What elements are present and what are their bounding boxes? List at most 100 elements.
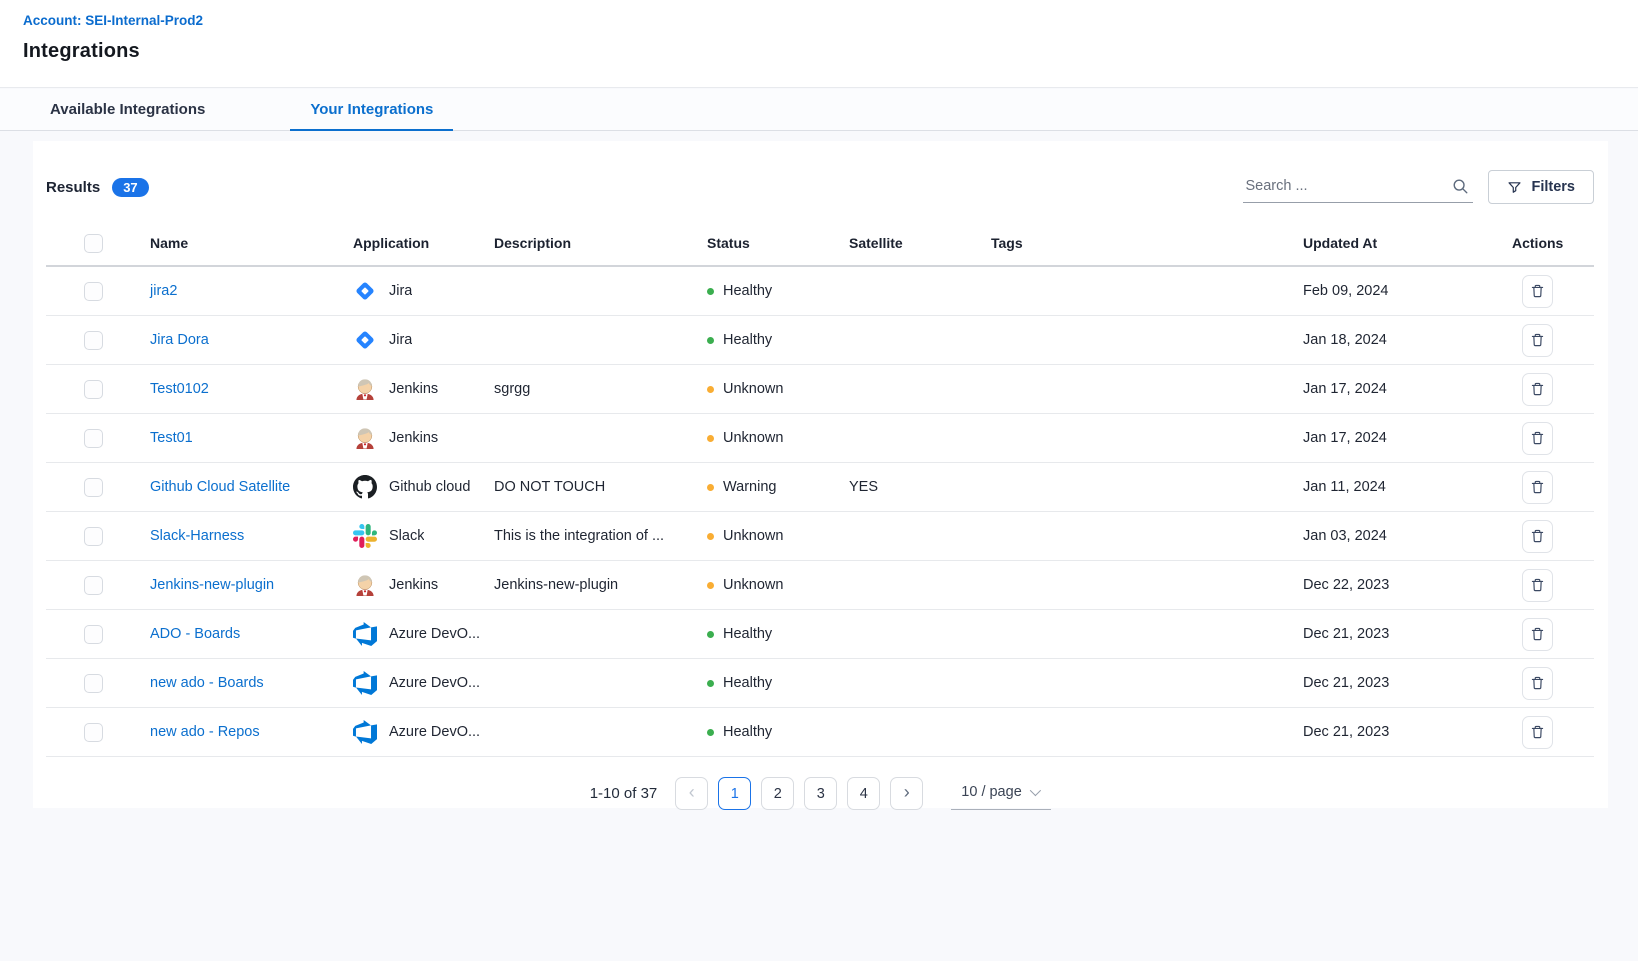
tab-bar: Available Integrations Your Integrations [0,89,1638,131]
application-label: Jira [389,283,412,299]
status-label: Unknown [723,430,783,446]
page-button-1[interactable]: 1 [718,777,751,810]
delete-button[interactable] [1522,373,1553,406]
integrations-panel: Results 37 Filters Name Application Desc… [33,141,1608,808]
integration-name-link[interactable]: new ado - Boards [150,675,264,691]
delete-button[interactable] [1522,520,1553,553]
select-all-checkbox[interactable] [84,234,103,253]
column-header-tags: Tags [991,235,1303,251]
page-button-2[interactable]: 2 [761,777,794,810]
table-header-row: Name Application Description Status Sate… [46,221,1594,267]
tab-available-integrations[interactable]: Available Integrations [30,89,225,130]
integration-name-link[interactable]: Test01 [150,430,193,446]
updated-at-value: Dec 22, 2023 [1303,577,1512,593]
jira-icon [353,328,377,352]
column-header-application: Application [353,235,494,251]
search-icon[interactable] [1452,178,1469,195]
status-label: Healthy [723,283,772,299]
description-text: DO NOT TOUCH [494,479,707,495]
row-checkbox[interactable] [84,331,103,350]
updated-at-value: Jan 17, 2024 [1303,381,1512,397]
row-checkbox[interactable] [84,282,103,301]
azure-devops-icon [353,720,377,744]
row-checkbox[interactable] [84,576,103,595]
status-dot [707,337,714,344]
integration-name-link[interactable]: Github Cloud Satellite [150,479,290,495]
status-dot [707,631,714,638]
application-label: Azure DevO... [389,626,480,642]
filters-button[interactable]: Filters [1488,170,1594,204]
integration-name-link[interactable]: new ado - Repos [150,724,260,740]
jenkins-icon [353,377,377,401]
prev-page-button[interactable]: ‹ [675,777,708,810]
satellite-value: YES [849,479,991,495]
integration-name-link[interactable]: Test0102 [150,381,209,397]
tab-your-integrations[interactable]: Your Integrations [290,89,453,130]
status-dot [707,582,714,589]
status-label: Unknown [723,577,783,593]
integration-name-link[interactable]: ADO - Boards [150,626,240,642]
page-button-3[interactable]: 3 [804,777,837,810]
status-label: Healthy [723,724,772,740]
status-label: Warning [723,479,776,495]
jenkins-icon [353,573,377,597]
row-checkbox[interactable] [84,674,103,693]
delete-button[interactable] [1522,324,1553,357]
results-label: Results [46,179,100,196]
row-checkbox[interactable] [84,429,103,448]
results-count-badge: 37 [112,178,148,197]
updated-at-value: Feb 09, 2024 [1303,283,1512,299]
status-label: Healthy [723,626,772,642]
trash-icon [1530,724,1545,740]
application-label: Slack [389,528,424,544]
table-row: Slack-Harness Slack This is the integrat… [46,512,1594,561]
toolbar: Results 37 Filters [33,141,1608,207]
delete-button[interactable] [1522,667,1553,700]
updated-at-value: Jan 03, 2024 [1303,528,1512,544]
column-header-satellite: Satellite [849,235,991,251]
status-label: Healthy [723,675,772,691]
azure-devops-icon [353,622,377,646]
delete-button[interactable] [1522,569,1553,602]
column-header-status: Status [707,235,849,251]
delete-button[interactable] [1522,618,1553,651]
account-breadcrumb-link[interactable]: Account: SEI-Internal-Prod2 [23,13,203,28]
delete-button[interactable] [1522,716,1553,749]
row-checkbox[interactable] [84,723,103,742]
jira-icon [353,279,377,303]
jenkins-icon [353,426,377,450]
row-checkbox[interactable] [84,478,103,497]
azure-devops-icon [353,671,377,695]
delete-button[interactable] [1522,275,1553,308]
page-button-4[interactable]: 4 [847,777,880,810]
table-row: ADO - Boards Azure DevO... Healthy Dec 2… [46,610,1594,659]
updated-at-value: Dec 21, 2023 [1303,626,1512,642]
delete-button[interactable] [1522,471,1553,504]
updated-at-value: Jan 11, 2024 [1303,479,1512,495]
integration-name-link[interactable]: Jenkins-new-plugin [150,577,274,593]
delete-button[interactable] [1522,422,1553,455]
page-size-select[interactable]: 10 / page [951,778,1051,810]
table-row: Github Cloud Satellite Github cloud DO N… [46,463,1594,512]
integrations-table: Name Application Description Status Sate… [46,221,1594,757]
next-page-button[interactable]: › [890,777,923,810]
slack-icon [353,524,377,548]
trash-icon [1530,381,1545,397]
search-input[interactable] [1243,172,1473,203]
status-dot [707,288,714,295]
integration-name-link[interactable]: Slack-Harness [150,528,244,544]
row-checkbox[interactable] [84,625,103,644]
row-checkbox[interactable] [84,380,103,399]
row-checkbox[interactable] [84,527,103,546]
table-row: new ado - Boards Azure DevO... Healthy D… [46,659,1594,708]
application-label: Jenkins [389,381,438,397]
pagination: 1-10 of 37 ‹ 1 2 3 4 › 10 / page [33,777,1608,810]
search-box [1243,172,1473,203]
trash-icon [1530,528,1545,544]
integration-name-link[interactable]: Jira Dora [150,332,209,348]
trash-icon [1530,675,1545,691]
integration-name-link[interactable]: jira2 [150,283,177,299]
application-label: Jenkins [389,577,438,593]
column-header-description: Description [494,235,707,251]
page-title: Integrations [23,40,1638,63]
